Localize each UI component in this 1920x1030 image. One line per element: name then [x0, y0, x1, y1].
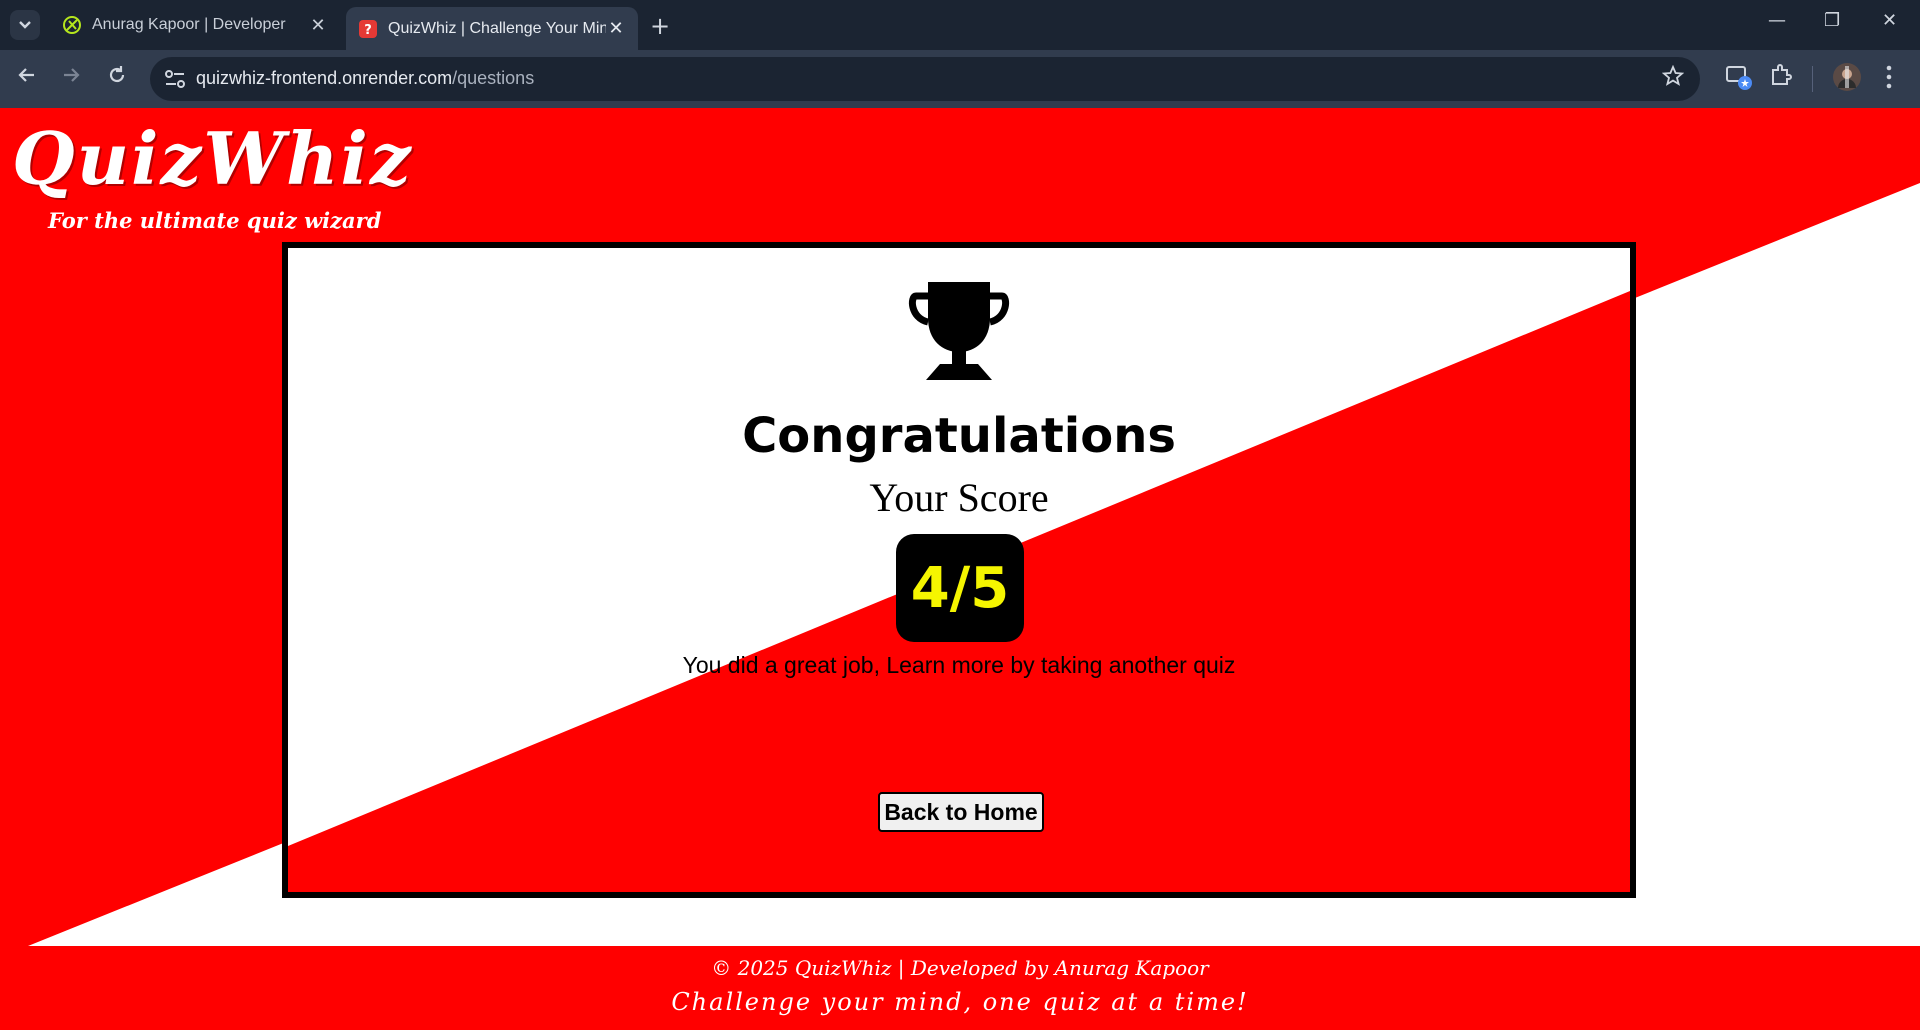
footer-copyright: © 2025 QuizWhiz | Developed by Anurag Ka… — [711, 956, 1209, 980]
tab-title: Anurag Kapoor | Developer — [92, 16, 286, 33]
close-window-icon[interactable]: ✕ — [1882, 10, 1897, 31]
result-content: Congratulations Your Score 4/5 You did a… — [288, 248, 1630, 892]
chevron-down-icon — [19, 21, 31, 29]
cast-icon[interactable] — [1724, 62, 1754, 92]
restore-window-icon[interactable]: ❐ — [1824, 10, 1840, 31]
quizwhiz-favicon-icon: ? — [358, 19, 378, 39]
tab-quizwhiz[interactable]: ? QuizWhiz | Challenge Your Mind ✕ — [346, 7, 638, 50]
site-settings-icon[interactable] — [164, 69, 186, 89]
result-message: You did a great job, Learn more by takin… — [682, 652, 1236, 678]
browser-tab-bar: Anurag Kapoor | Developer ✕ ? QuizWhiz |… — [0, 0, 1920, 50]
url-text: quizwhiz-frontend.onrender.com/questions — [196, 68, 534, 89]
back-arrow-icon[interactable] — [16, 64, 38, 92]
url-host: quizwhiz-frontend.onrender.com — [196, 68, 453, 88]
brand-tagline: For the ultimate quiz wizard — [48, 208, 382, 233]
score-label: Your Score — [869, 475, 1049, 520]
svg-text:?: ? — [364, 23, 372, 38]
close-tab-icon[interactable]: ✕ — [308, 15, 328, 36]
menu-dots-icon[interactable] — [1884, 62, 1894, 92]
result-card: Congratulations Your Score 4/5 You did a… — [282, 242, 1636, 898]
back-to-home-button[interactable]: Back to Home — [878, 792, 1044, 832]
brand-logo[interactable]: QuizWhiz — [12, 116, 413, 201]
footer-slogan: Challenge your mind, one quiz at a time! — [671, 988, 1249, 1016]
portfolio-favicon-icon — [62, 15, 82, 35]
tab-anurag-kapoor[interactable]: Anurag Kapoor | Developer ✕ — [50, 7, 340, 43]
url-path: /questions — [452, 68, 535, 88]
tab-list-button[interactable] — [10, 10, 40, 40]
congratulations-heading: Congratulations — [742, 408, 1176, 464]
reload-icon[interactable] — [106, 64, 128, 92]
page-footer: © 2025 QuizWhiz | Developed by Anurag Ka… — [0, 946, 1920, 1030]
trophy-icon — [908, 282, 1010, 380]
toolbar-divider — [1812, 66, 1813, 92]
forward-arrow-icon[interactable] — [60, 64, 82, 92]
bookmark-star-icon[interactable] — [1662, 65, 1684, 87]
extensions-icon[interactable] — [1768, 62, 1794, 88]
address-bar[interactable]: quizwhiz-frontend.onrender.com/questions — [150, 57, 1700, 101]
new-tab-button[interactable]: + — [650, 12, 670, 40]
tab-title: QuizWhiz | Challenge Your Mind — [388, 19, 606, 37]
profile-avatar-icon[interactable] — [1832, 62, 1862, 92]
minimize-window-icon[interactable]: — — [1768, 10, 1786, 31]
quiz-result-page: QuizWhiz For the ultimate quiz wizard Co… — [0, 108, 1920, 1030]
score-badge: 4/5 — [896, 534, 1024, 642]
close-tab-icon[interactable]: ✕ — [606, 18, 626, 39]
browser-toolbar: quizwhiz-frontend.onrender.com/questions — [0, 50, 1920, 108]
